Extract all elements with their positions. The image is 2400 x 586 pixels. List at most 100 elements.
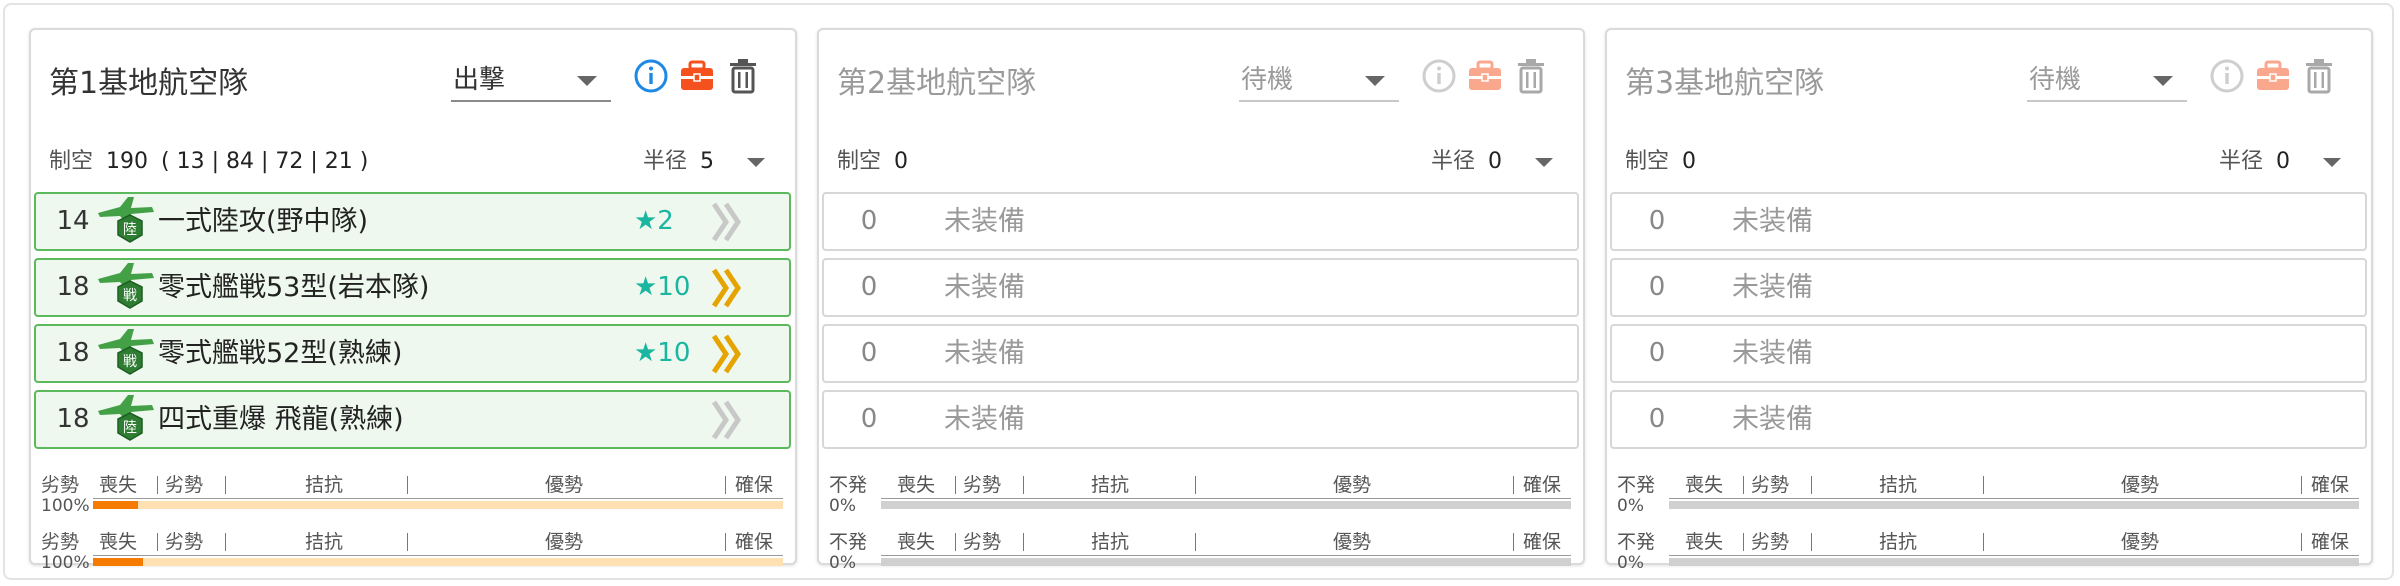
corps-title: 第2基地航空隊 <box>837 66 1037 101</box>
land-attacker-plane-icon: 陸 <box>98 395 154 441</box>
gauge-tick <box>157 476 158 494</box>
mode-select[interactable]: 待機 <box>2027 60 2187 102</box>
mode-value: 出撃 <box>453 65 506 95</box>
slot-count: 18 <box>56 404 90 434</box>
corps-title: 第3基地航空隊 <box>1625 66 1825 101</box>
equipment-name: 四式重爆 飛龍(熟練) <box>158 404 404 435</box>
mode-select[interactable]: 待機 <box>1239 60 1399 102</box>
air-power-row: 制空 0 半径 0 <box>837 142 1567 182</box>
equipment-slot-4[interactable]: 0 未装備 <box>822 390 1579 449</box>
gauge-tick <box>225 476 226 494</box>
equipment-slot-3[interactable]: 0 未装備 <box>1610 324 2367 383</box>
type-badge-text: 陸 <box>123 420 137 436</box>
corps-title: 第1基地航空隊 <box>49 66 249 101</box>
info-icon[interactable] <box>2207 56 2247 96</box>
equipment-slot-1[interactable]: 14 陸 一式陸攻(野中隊) ★2 <box>34 192 791 251</box>
gauge-label-parity: 拮抗 <box>305 531 344 553</box>
air-state-percent: 0% <box>1617 496 1644 516</box>
gauge-baseline <box>93 555 783 556</box>
air-state: 不発 <box>1617 531 1656 553</box>
equipment-slot-2[interactable]: 18 戦 零式艦戦53型(岩本隊) ★10 <box>34 258 791 317</box>
gauge-tick <box>1513 533 1514 551</box>
equipment-slot-2[interactable]: 0 未装備 <box>822 258 1579 317</box>
gauge-label-inferior: 劣勢 <box>963 531 1002 553</box>
trash-icon[interactable] <box>1511 56 1551 96</box>
toolbox-icon[interactable] <box>1465 56 1505 96</box>
gauge-label-inferior: 劣勢 <box>963 474 1002 496</box>
gauge-label-inferior: 劣勢 <box>165 531 204 553</box>
gauge-tick <box>1743 533 1744 551</box>
gauge-tick <box>1195 476 1196 494</box>
improvement-level: ★10 <box>634 338 691 368</box>
air-corps-card-1: 第1基地航空隊 出撃 制空 190 ( 13 | 84 | 72 | 21 ) … <box>29 28 797 573</box>
air-state-percent: 100% <box>41 553 90 573</box>
equipment-slot-2[interactable]: 0 未装備 <box>1610 258 2367 317</box>
toolbox-icon[interactable] <box>2253 56 2293 96</box>
radius-value: 0 <box>2276 149 2290 174</box>
equipment-name: 未装備 <box>1732 338 1813 369</box>
slot-count: 0 <box>860 338 878 368</box>
slot-count: 0 <box>1648 206 1666 236</box>
radius-value: 0 <box>1488 149 1502 174</box>
gauge-tick <box>955 533 956 551</box>
info-icon[interactable] <box>631 56 671 96</box>
air-corps-card-2: 第2基地航空隊 待機 制空 0 半径 0 0 未装備 0 未装備 0 未装備 0 未装備… <box>817 28 1585 573</box>
gauge-tick <box>1023 476 1024 494</box>
proficiency-gold-chevron-icon <box>711 268 742 308</box>
caret-down-icon <box>747 157 765 167</box>
radius-select[interactable]: 半径 0 <box>1431 142 1553 182</box>
mode-value: 待機 <box>2029 65 2082 95</box>
equipment-name: 未装備 <box>1732 404 1813 435</box>
air-state-gauge-2: 劣勢 100% 喪失 劣勢 拮抗 優勢 確保 <box>31 527 791 579</box>
air-state: 劣勢 <box>41 474 80 496</box>
gauge-label-supremacy: 確保 <box>735 531 774 553</box>
caret-down-icon <box>2323 157 2341 167</box>
air-state: 劣勢 <box>41 531 80 553</box>
air-power-detail: ( 13 | 84 | 72 | 21 ) <box>161 149 369 174</box>
gauge-tick <box>1983 533 1984 551</box>
gauge-fill <box>93 558 143 566</box>
equipment-name: 未装備 <box>1732 272 1813 303</box>
chevron-down-icon <box>1365 76 1385 86</box>
equipment-slot-1[interactable]: 0 未装備 <box>1610 192 2367 251</box>
gauge-label-loss: 喪失 <box>897 474 936 496</box>
air-power-label: 制空 <box>49 149 94 174</box>
equipment-slot-4[interactable]: 0 未装備 <box>1610 390 2367 449</box>
equipment-name: 一式陸攻(野中隊) <box>158 206 369 237</box>
equipment-slot-3[interactable]: 0 未装備 <box>822 324 1579 383</box>
air-state-percent: 0% <box>1617 553 1644 573</box>
slot-count: 18 <box>56 272 90 302</box>
gauge-tick <box>725 533 726 551</box>
gauge-tick <box>1513 476 1514 494</box>
chevron-down-icon <box>577 76 597 86</box>
type-badge-text: 戦 <box>123 288 137 304</box>
mode-select[interactable]: 出撃 <box>451 60 611 102</box>
fighter-plane-icon: 戦 <box>98 329 154 375</box>
equipment-name: 未装備 <box>944 338 1025 369</box>
radius-select[interactable]: 半径 0 <box>2219 142 2341 182</box>
gauge-label-loss: 喪失 <box>1685 474 1724 496</box>
air-corps-card-3: 第3基地航空隊 待機 制空 0 半径 0 0 未装備 0 未装備 0 未装備 0 未装備… <box>1605 28 2373 573</box>
equipment-slot-4[interactable]: 18 陸 四式重爆 飛龍(熟練) <box>34 390 791 449</box>
mode-value: 待機 <box>1241 65 1294 95</box>
equipment-name: 未装備 <box>944 206 1025 237</box>
toolbox-icon[interactable] <box>677 56 717 96</box>
gauge-tick <box>2301 533 2302 551</box>
radius-select[interactable]: 半径 5 <box>643 142 765 182</box>
air-state-gauge-1: 劣勢 100% 喪失 劣勢 拮抗 優勢 確保 <box>31 470 791 522</box>
gauge-label-superior: 優勢 <box>545 474 584 496</box>
gauge-baseline <box>1669 555 2359 556</box>
gauge-label-inferior: 劣勢 <box>1751 531 1790 553</box>
gauge-label-loss: 喪失 <box>1685 531 1724 553</box>
slot-count: 14 <box>56 206 90 236</box>
equipment-slot-3[interactable]: 18 戦 零式艦戦52型(熟練) ★10 <box>34 324 791 383</box>
gauge-label-supremacy: 確保 <box>2311 531 2350 553</box>
gauge-label-superior: 優勢 <box>1333 474 1372 496</box>
caret-down-icon <box>1535 157 1553 167</box>
slot-count: 0 <box>860 206 878 236</box>
info-icon[interactable] <box>1419 56 1459 96</box>
trash-icon[interactable] <box>723 56 763 96</box>
equipment-slot-1[interactable]: 0 未装備 <box>822 192 1579 251</box>
proficiency-gold-chevron-icon <box>711 334 742 374</box>
trash-icon[interactable] <box>2299 56 2339 96</box>
